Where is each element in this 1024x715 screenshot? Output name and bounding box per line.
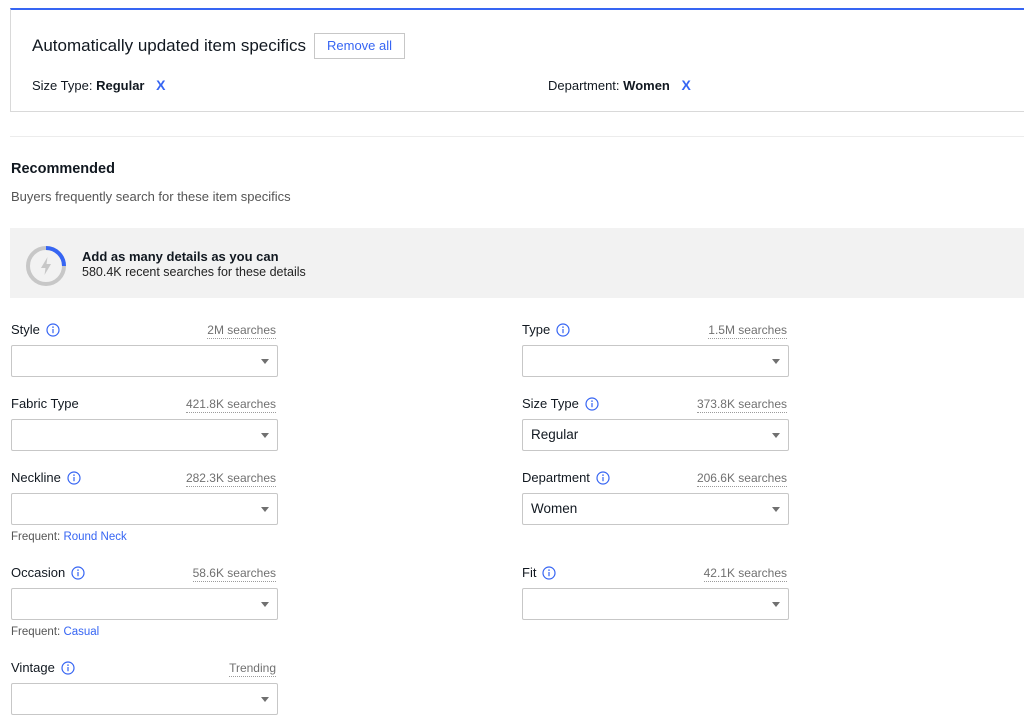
search-count: 421.8K searches <box>185 397 276 413</box>
frequent-suggestion-link[interactable]: Casual <box>63 626 99 638</box>
chevron-down-icon <box>261 602 269 607</box>
field-label: Size Type <box>522 396 599 411</box>
field-size-type: Size Type 373.8K searches Regular <box>522 396 789 451</box>
field-fit: Fit 42.1K searches <box>522 565 789 620</box>
field-label: Fit <box>522 565 557 580</box>
field-label: Neckline <box>11 470 81 485</box>
remove-chip-icon[interactable]: X <box>156 77 165 93</box>
field-label-text: Occasion <box>11 565 66 580</box>
info-icon[interactable] <box>61 660 75 675</box>
remove-all-button[interactable]: Remove all <box>314 33 406 59</box>
field-label-text: Fabric Type <box>11 396 79 411</box>
info-icon[interactable] <box>585 396 599 411</box>
chip-value: Women <box>623 78 670 93</box>
field-label: Occasion <box>11 565 85 580</box>
style-select[interactable] <box>11 345 278 377</box>
field-label: Department <box>522 470 610 485</box>
field-type: Type 1.5M searches <box>522 322 789 377</box>
info-icon[interactable] <box>71 565 85 580</box>
auto-updated-title: Automatically updated item specifics <box>32 36 307 55</box>
chevron-down-icon <box>772 433 780 438</box>
field-label-text: Size Type <box>522 396 579 411</box>
field-label-text: Type <box>522 322 551 337</box>
frequent-label: Frequent: <box>11 531 61 543</box>
select-value: Women <box>531 501 578 516</box>
chevron-down-icon <box>261 507 269 512</box>
field-label: Type <box>522 322 570 337</box>
search-count: 206.6K searches <box>696 471 787 487</box>
field-label-text: Department <box>522 470 590 485</box>
occasion-select[interactable] <box>11 588 278 620</box>
search-count: 2M searches <box>207 323 276 339</box>
chip-department: Department: Women X <box>548 77 691 93</box>
fabric-type-select[interactable] <box>11 419 278 451</box>
remove-chip-icon[interactable]: X <box>682 77 691 93</box>
search-count: 58.6K searches <box>192 566 276 582</box>
type-select[interactable] <box>522 345 789 377</box>
size-type-select[interactable]: Regular <box>522 419 789 451</box>
search-count: 42.1K searches <box>703 566 787 582</box>
field-style: Style 2M searches <box>11 322 278 377</box>
recommended-subtitle: Buyers frequently search for these item … <box>11 189 291 204</box>
field-department: Department 206.6K searches Women <box>522 470 789 525</box>
field-label: Style <box>11 322 60 337</box>
chevron-down-icon <box>772 507 780 512</box>
info-icon[interactable] <box>67 470 81 485</box>
info-icon[interactable] <box>596 470 610 485</box>
department-select[interactable]: Women <box>522 493 789 525</box>
tip-title: Add as many details as you can <box>82 249 279 264</box>
vintage-select[interactable] <box>11 683 278 715</box>
field-vintage: Vintage Trending <box>11 660 278 715</box>
fit-select[interactable] <box>522 588 789 620</box>
chevron-down-icon <box>261 433 269 438</box>
frequent-label: Frequent: <box>11 626 61 638</box>
chevron-down-icon <box>261 697 269 702</box>
search-count: 1.5M searches <box>708 323 787 339</box>
auto-updated-panel <box>10 8 1024 112</box>
chip-size-type: Size Type: Regular X <box>32 77 165 93</box>
frequent-suggestion-link[interactable]: Round Neck <box>63 531 126 543</box>
select-value: Regular <box>531 427 579 442</box>
chip-label: Department: <box>548 78 620 93</box>
field-label-text: Fit <box>522 565 537 580</box>
chevron-down-icon <box>261 359 269 364</box>
section-divider <box>10 136 1024 137</box>
field-neckline: Neckline 282.3K searches Frequent: Round N… <box>11 470 278 543</box>
field-label: Fabric Type <box>11 396 79 411</box>
info-icon[interactable] <box>46 322 60 337</box>
field-label-text: Style <box>11 322 40 337</box>
search-count: Trending <box>229 661 276 677</box>
field-label-text: Vintage <box>11 660 55 675</box>
chevron-down-icon <box>772 602 780 607</box>
info-icon[interactable] <box>556 322 570 337</box>
chip-value: Regular <box>96 78 145 93</box>
chip-label: Size Type: <box>32 78 93 93</box>
info-icon[interactable] <box>542 565 557 580</box>
chevron-down-icon <box>772 359 780 364</box>
frequent-hint: Frequent: Casual <box>11 626 278 638</box>
lightning-progress-icon <box>26 246 66 286</box>
neckline-select[interactable] <box>11 493 278 525</box>
field-label-text: Neckline <box>11 470 61 485</box>
frequent-hint: Frequent: Round Neck <box>11 531 278 543</box>
field-occasion: Occasion 58.6K searches Frequent: Casual <box>11 565 278 638</box>
search-count: 373.8K searches <box>696 397 787 413</box>
recommended-title: Recommended <box>11 161 115 177</box>
field-fabric-type: Fabric Type 421.8K searches <box>11 396 278 451</box>
tip-subtitle: 580.4K recent searches for these details <box>82 265 306 279</box>
field-label: Vintage <box>11 660 75 675</box>
search-count: 282.3K searches <box>185 471 276 487</box>
